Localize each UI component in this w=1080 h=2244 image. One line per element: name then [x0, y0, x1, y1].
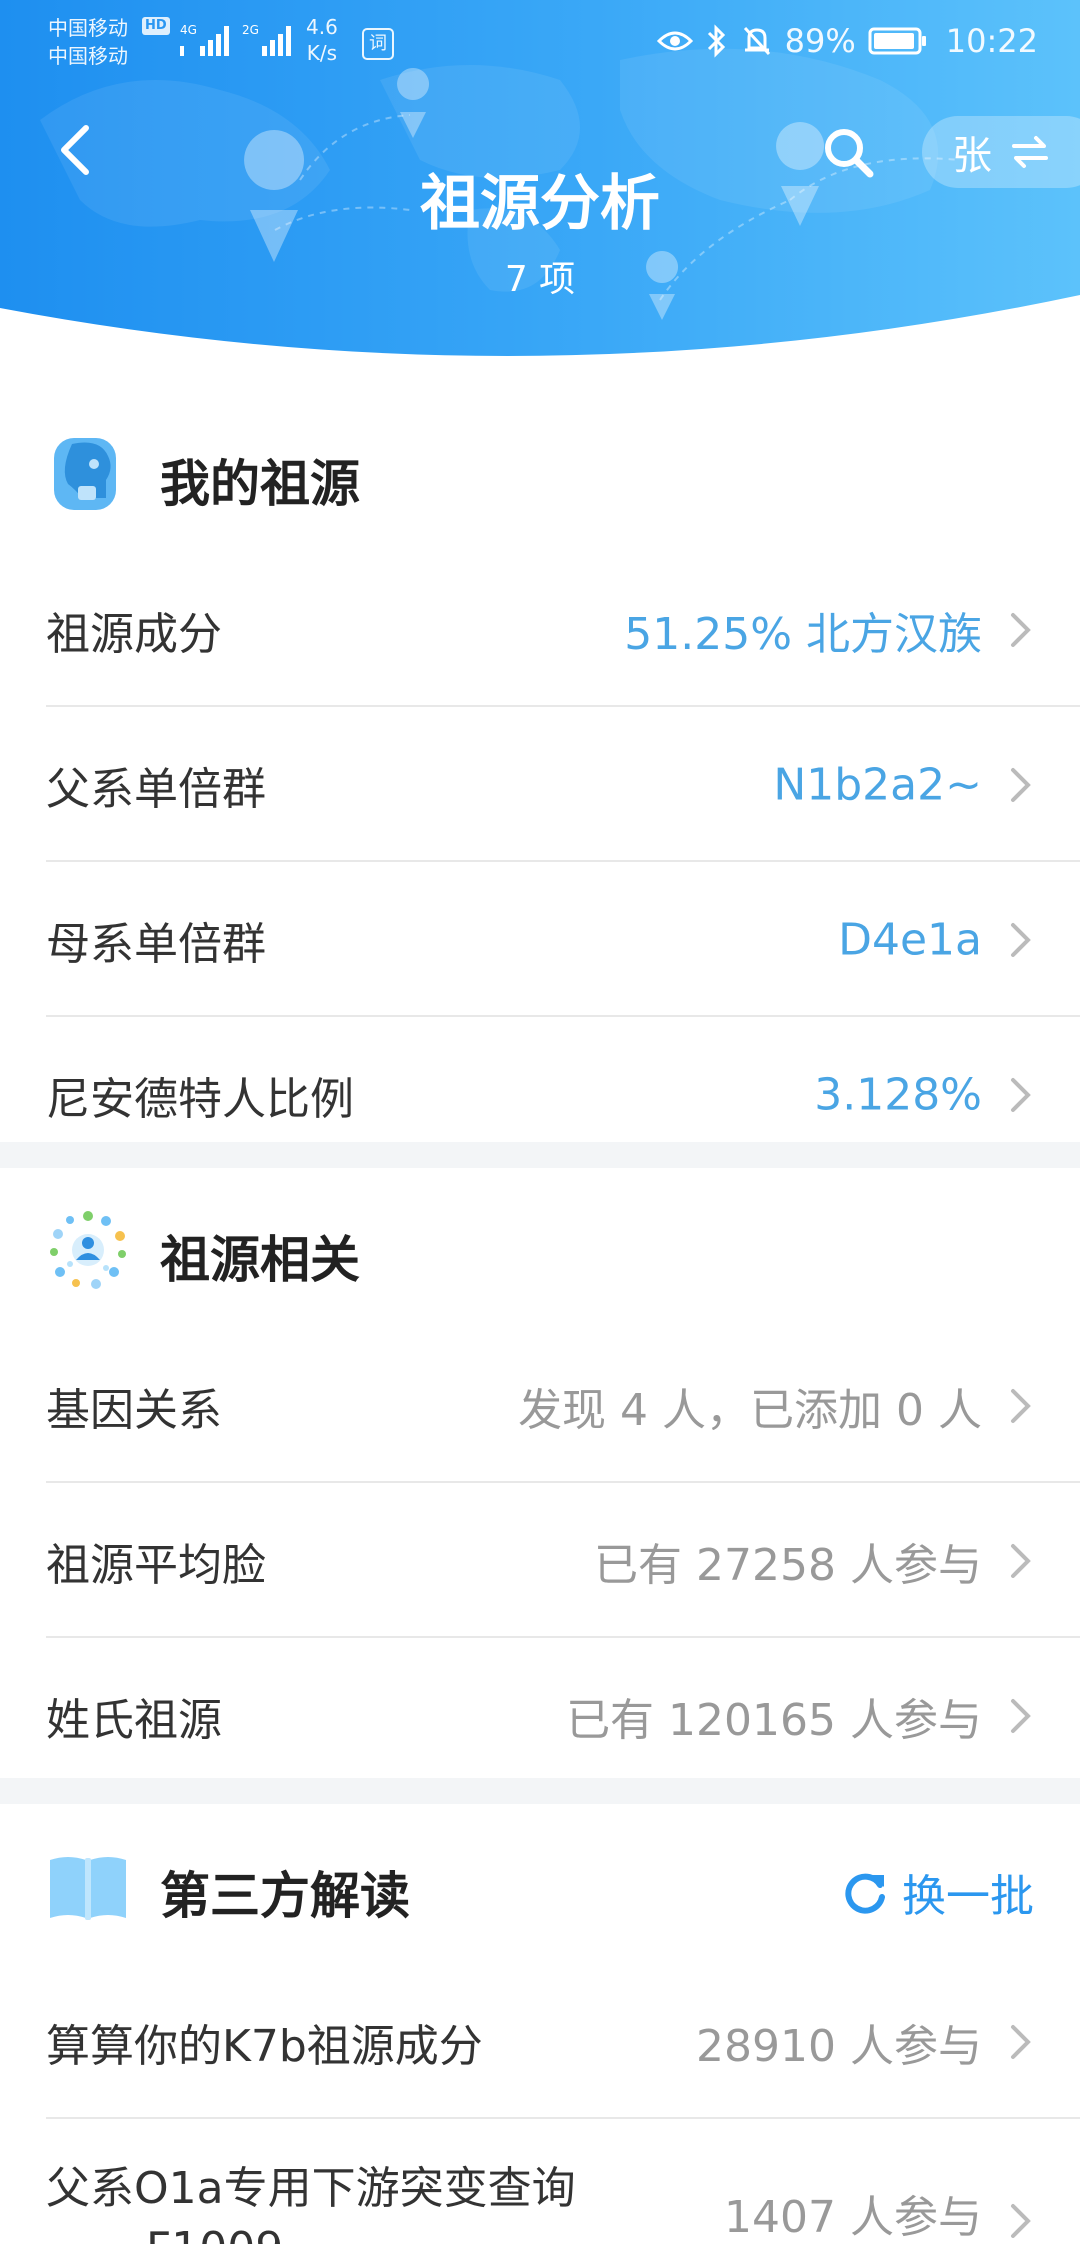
- mute-bell-icon: [743, 26, 770, 56]
- chevron-right-icon: [1011, 2024, 1031, 2059]
- third-party-header: 第三方解读 换一批: [0, 1804, 1080, 1964]
- ancestry-composition-row[interactable]: 祖源成分 51.25% 北方汉族: [0, 552, 1080, 707]
- switch-person-button[interactable]: 张: [922, 116, 1080, 188]
- row-label: 算算你的K7b祖源成分: [46, 2020, 483, 2072]
- chevron-right-icon: [1011, 922, 1031, 957]
- section-title-ancestry-related: 祖源相关: [160, 1231, 360, 1289]
- my-ancestry-section: 我的祖源 祖源成分 51.25% 北方汉族 父系单倍群 N1b2a2~ 母系单倍…: [0, 392, 1080, 1142]
- carrier-names: 中国移动 中国移动: [48, 14, 128, 70]
- my-ancestry-header: 我的祖源: [0, 392, 1080, 552]
- status-bar: 中国移动 中国移动 HD 4G 2G 4.6 K/s 词 89% 10:22: [0, 0, 1080, 84]
- speed-unit: K/s: [306, 41, 338, 65]
- maternal-haplogroup-row[interactable]: 母系单倍群 D4e1a: [0, 862, 1080, 1017]
- page: 中国移动 中国移动 HD 4G 2G 4.6 K/s 词 89% 10:22 祖…: [0, 0, 1080, 2244]
- average-face-row[interactable]: 祖源平均脸 已有 27258 人参与: [0, 1483, 1080, 1638]
- row-label: 尼安德特人比例: [46, 1073, 354, 1125]
- chevron-right-icon: [1011, 767, 1031, 802]
- page-title: 祖源分析: [420, 169, 660, 239]
- row-value: N1b2a2~: [773, 759, 982, 810]
- gene-relationship-row[interactable]: 基因关系 发现 4 人，已添加 0 人: [0, 1328, 1080, 1483]
- speed-value: 4.6: [306, 15, 338, 39]
- section-title-my-ancestry: 我的祖源: [160, 455, 360, 513]
- swap-arrows-icon: [1012, 136, 1048, 168]
- row-value: 已有 120165 人参与: [566, 1694, 982, 1746]
- search-button[interactable]: [820, 124, 876, 180]
- row-label: 基因关系: [46, 1384, 222, 1436]
- ancestry-related-section: 祖源相关 基因关系 发现 4 人，已添加 0 人 祖源平均脸 已有 27258 …: [0, 1168, 1080, 1778]
- row-label-line1: 父系O1a专用下游突变查询: [46, 2163, 576, 2214]
- row-value: 3.128%: [814, 1069, 982, 1120]
- o1a-mutation-query-row[interactable]: 父系O1a专用下游突变查询 F1009 1407 人参与: [0, 2119, 1080, 2244]
- chevron-right-icon: [1011, 1077, 1031, 1112]
- row-value: D4e1a: [838, 914, 982, 965]
- row-label-line2: F1009: [46, 2223, 283, 2244]
- chevron-right-icon: [1011, 2204, 1031, 2238]
- status-right: 89% 10:22: [656, 22, 1038, 60]
- signal-icon-2: 2G: [242, 23, 291, 56]
- battery-percent: 89%: [784, 22, 856, 60]
- carrier-2: 中国移动: [48, 44, 128, 68]
- network-2-label: 2G: [242, 23, 259, 37]
- carrier-1: 中国移动: [48, 16, 128, 40]
- current-person-name: 张: [952, 133, 992, 179]
- section-separator: [0, 1142, 1080, 1168]
- clock: 10:22: [945, 22, 1038, 60]
- chevron-right-icon: [1011, 1698, 1031, 1733]
- section-title-third-party: 第三方解读: [160, 1867, 410, 1925]
- network-people-icon: [50, 1211, 126, 1289]
- row-value: 51.25% 北方汉族: [624, 608, 982, 660]
- row-value: 28910 人参与: [696, 2020, 982, 2072]
- refresh-icon: [845, 1873, 885, 1914]
- row-label: 父系O1a专用下游突变查询 F1009: [46, 2159, 576, 2244]
- refresh-label: 换一批: [902, 1871, 1034, 1922]
- k7b-composition-row[interactable]: 算算你的K7b祖源成分 28910 人参与: [0, 1964, 1080, 2119]
- surname-origin-row[interactable]: 姓氏祖源 已有 120165 人参与: [0, 1638, 1080, 1793]
- chevron-right-icon: [1011, 1388, 1031, 1423]
- network-1-label: 4G: [180, 23, 197, 37]
- battery-icon: [868, 27, 926, 55]
- row-value: 1407 人参与: [724, 2192, 982, 2243]
- signal-icon-1: 4G: [180, 23, 229, 56]
- row-value: 发现 4 人，已添加 0 人: [518, 1384, 982, 1436]
- row-label: 祖源平均脸: [46, 1539, 266, 1591]
- row-label: 母系单倍群: [46, 918, 266, 970]
- section-separator: [0, 1778, 1080, 1804]
- row-value: 已有 27258 人参与: [594, 1539, 982, 1591]
- third-party-section: 第三方解读 换一批 算算你的K7b祖源成分 28910 人参与 父系O1a专用下…: [0, 1804, 1080, 2244]
- family-avatar-icon: [54, 438, 116, 510]
- row-label: 祖源成分: [46, 608, 222, 660]
- item-count: 7 项: [504, 259, 576, 300]
- row-label: 父系单倍群: [46, 763, 266, 815]
- chevron-right-icon: [1011, 612, 1031, 647]
- chevron-right-icon: [1011, 1543, 1031, 1578]
- app-notification-icon: 词: [362, 28, 394, 60]
- paternal-haplogroup-row[interactable]: 父系单倍群 N1b2a2~: [0, 707, 1080, 862]
- row-label: 姓氏祖源: [46, 1694, 222, 1746]
- bluetooth-icon: [707, 24, 725, 58]
- hd-badge: HD: [142, 17, 170, 35]
- open-book-icon: [50, 1857, 126, 1920]
- refresh-batch-button[interactable]: 换一批: [842, 1860, 1034, 1924]
- network-speed: 4.6 K/s: [306, 14, 338, 66]
- header-curve: [0, 295, 1080, 400]
- eye-comfort-icon: [656, 31, 693, 51]
- ancestry-related-header: 祖源相关: [0, 1168, 1080, 1328]
